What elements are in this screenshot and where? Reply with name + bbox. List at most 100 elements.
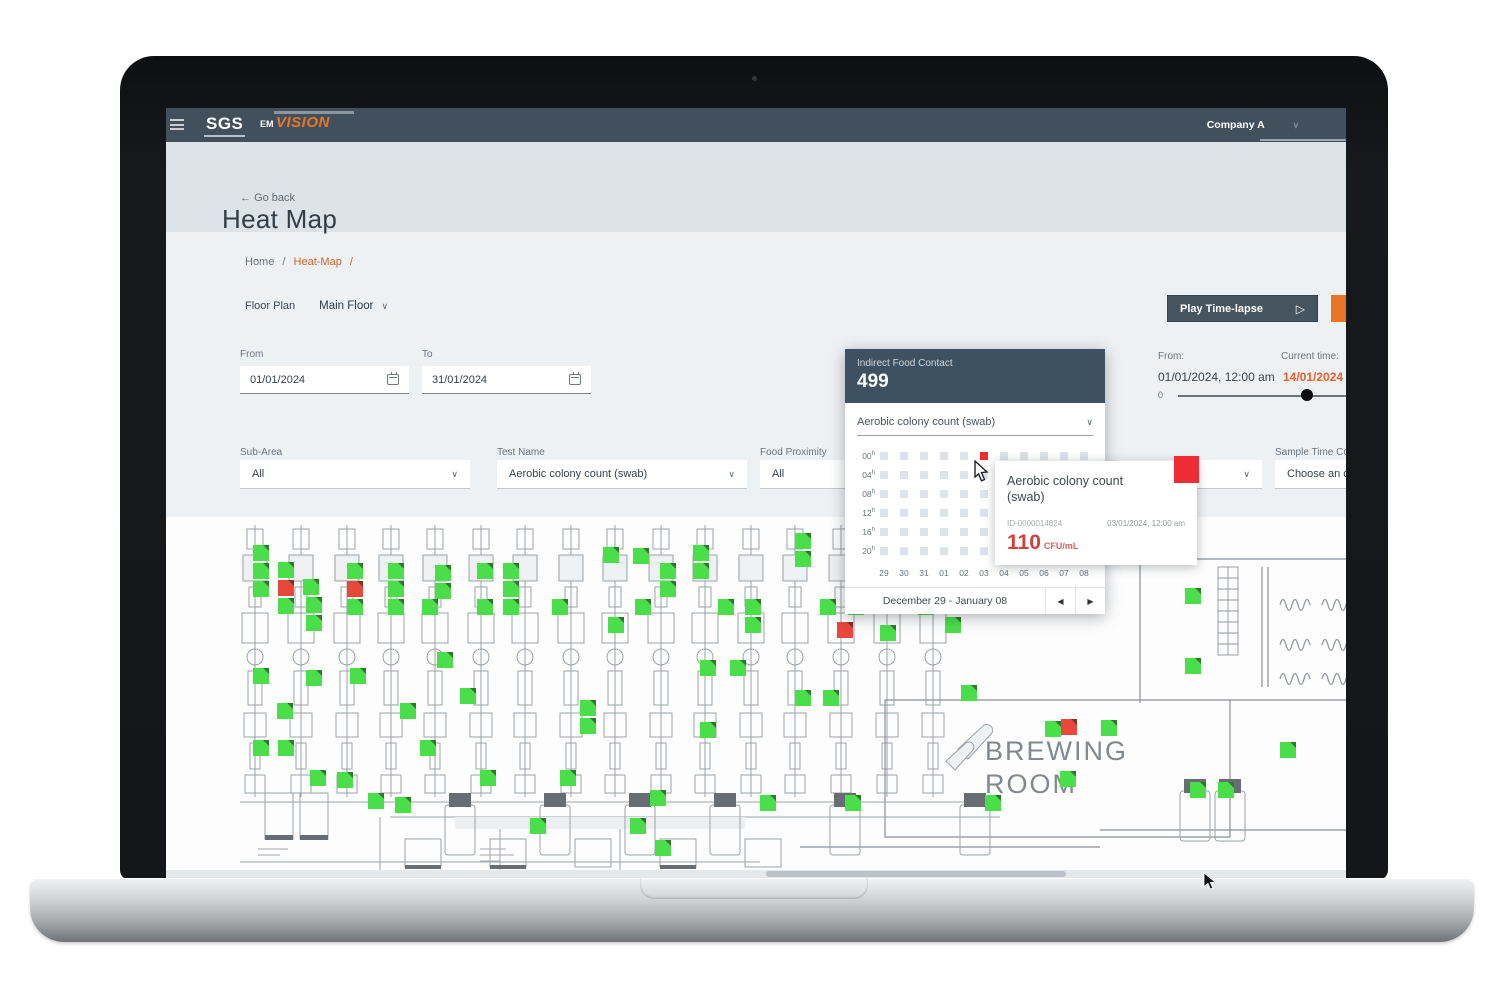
top-navbar: SGS EM VISION Company A ∨	[166, 108, 1346, 142]
heatmap-cell[interactable]	[900, 528, 908, 536]
heatmap-cell[interactable]	[1040, 452, 1048, 460]
test-name-select[interactable]: Aerobic colony count (swab) ∨	[497, 460, 747, 489]
floor-plan-selector-row: Floor Plan Main Floor ∨	[245, 300, 388, 312]
heatmap-cell[interactable]	[960, 471, 968, 479]
company-underline	[1260, 139, 1346, 141]
scrollbar-thumb[interactable]	[766, 871, 1066, 877]
heatmap-cell[interactable]	[960, 490, 968, 498]
heatmap-col-label: 06	[1036, 568, 1052, 578]
heatmap-cell[interactable]	[880, 509, 888, 517]
heatmap-cell[interactable]	[980, 452, 988, 460]
heatmap-cell[interactable]	[920, 452, 928, 460]
laptop-base-notch	[640, 878, 868, 899]
reading-unit: CFU/mL	[1044, 541, 1079, 551]
heatmap-cell[interactable]	[920, 490, 928, 498]
sample-time-select[interactable]: Choose an o	[1275, 460, 1346, 489]
calendar-icon[interactable]	[387, 374, 399, 385]
timelapse-slider-thumb[interactable]	[1301, 389, 1313, 401]
floorplan: BREWING ROOM	[240, 517, 1346, 870]
breadcrumb-home[interactable]: Home	[245, 256, 274, 268]
heatmap-cell[interactable]	[900, 452, 908, 460]
heatmap-cell[interactable]	[940, 471, 948, 479]
heatmap-col-label: 07	[1056, 568, 1072, 578]
menu-icon[interactable]	[170, 119, 184, 130]
timelapse-current-value: 14/01/2024	[1283, 370, 1346, 384]
heatmap-cell[interactable]	[960, 509, 968, 517]
heatmap-cell[interactable]	[940, 528, 948, 536]
test-name-label: Test Name	[497, 447, 545, 458]
chevron-down-icon[interactable]: ∨	[381, 302, 388, 311]
chevron-down-icon: ∨	[1243, 470, 1250, 479]
heatmap-cell[interactable]	[920, 509, 928, 517]
heatmap-cell[interactable]	[880, 452, 888, 460]
heatmap-row-label: 12h	[849, 508, 875, 518]
chevron-down-icon: ∨	[1293, 121, 1300, 130]
heatmap-cell[interactable]	[900, 509, 908, 517]
em-logo: EM	[260, 119, 274, 129]
floor-plan-canvas[interactable]: BREWING ROOM	[166, 517, 1346, 870]
company-selector[interactable]: Company A ∨	[1178, 108, 1328, 142]
chevron-down-icon: ∨	[1086, 418, 1093, 427]
sample-id: ID-0000014824	[1007, 519, 1062, 528]
sub-area-label: Sub-Area	[240, 447, 282, 458]
heatmap-cell[interactable]	[900, 490, 908, 498]
heatmap-cell[interactable]	[980, 547, 988, 555]
date-from-input[interactable]: 01/01/2024	[240, 366, 409, 394]
reading-value: 110CFU/mL	[1007, 531, 1078, 555]
heatmap-col-label: 02	[956, 568, 972, 578]
heatmap-cell[interactable]	[980, 528, 988, 536]
heatmap-cell[interactable]	[920, 471, 928, 479]
timelapse-slider-track[interactable]	[1178, 395, 1346, 397]
heatmap-cell[interactable]	[880, 528, 888, 536]
breadcrumb-current[interactable]: Heat-Map	[294, 256, 342, 268]
heatmap-col-label: 08	[1076, 568, 1092, 578]
timelapse-secondary-button[interactable]	[1331, 295, 1346, 322]
date-from-label: From	[240, 349, 263, 360]
horizontal-scrollbar[interactable]	[166, 870, 1346, 878]
heatmap-cell[interactable]	[1080, 452, 1088, 460]
calendar-icon[interactable]	[569, 374, 581, 385]
heatmap-row-label: 00h	[849, 451, 875, 461]
chevron-down-icon: ∨	[728, 470, 735, 479]
heatmap-cell[interactable]	[1000, 452, 1008, 460]
pointer-cursor-icon	[972, 460, 990, 482]
heatmap-cell[interactable]	[920, 528, 928, 536]
date-to-input[interactable]: 31/01/2024	[422, 366, 591, 394]
heatmap-cell[interactable]	[940, 490, 948, 498]
heatmap-cell[interactable]	[880, 471, 888, 479]
heatmap-cell[interactable]	[880, 547, 888, 555]
heatmap-cell[interactable]	[900, 471, 908, 479]
heatmap-cell[interactable]	[960, 547, 968, 555]
sgs-logo: SGS	[204, 114, 245, 137]
heatmap-cell[interactable]	[980, 509, 988, 517]
heatmap-cell[interactable]	[1020, 452, 1028, 460]
next-week-button[interactable]: ▶	[1075, 588, 1105, 614]
heatmap-cell[interactable]	[940, 547, 948, 555]
heatmap-cell[interactable]	[980, 490, 988, 498]
prev-week-button[interactable]: ◀	[1045, 588, 1075, 614]
popup-test-select[interactable]: Aerobic colony count (swab) ∨	[857, 409, 1093, 436]
go-back-link[interactable]: ← Go back	[240, 192, 295, 204]
heatmap-row-label: 04h	[849, 470, 875, 480]
play-icon: ▷	[1296, 302, 1305, 316]
heatmap-cell[interactable]	[920, 547, 928, 555]
date-range-label: December 29 - January 08	[845, 588, 1045, 614]
food-proximity-label: Food Proximity	[760, 447, 827, 458]
heatmap-cell[interactable]	[900, 547, 908, 555]
heatmap-row-label: 16h	[849, 527, 875, 537]
play-timelapse-button[interactable]: Play Time-lapse ▷	[1167, 295, 1318, 322]
breadcrumb: Home / Heat-Map /	[245, 256, 358, 268]
heatmap-row-label: 20h	[849, 546, 875, 556]
page-title: Heat Map	[222, 204, 337, 235]
timelapse-from-value: 01/01/2024, 12:00 am	[1158, 370, 1275, 384]
heatmap-cell[interactable]	[940, 452, 948, 460]
heatmap-cell[interactable]	[960, 528, 968, 536]
heatmap-cell[interactable]	[880, 490, 888, 498]
sub-area-select[interactable]: All ∨	[240, 460, 470, 489]
floor-plan-label: Floor Plan	[245, 300, 295, 312]
heatmap-cell[interactable]	[960, 452, 968, 460]
floor-plan-value[interactable]: Main Floor	[319, 300, 373, 312]
popup-footer: December 29 - January 08 ◀ ▶	[845, 587, 1105, 614]
heatmap-cell[interactable]	[940, 509, 948, 517]
heatmap-cell[interactable]	[1060, 452, 1068, 460]
